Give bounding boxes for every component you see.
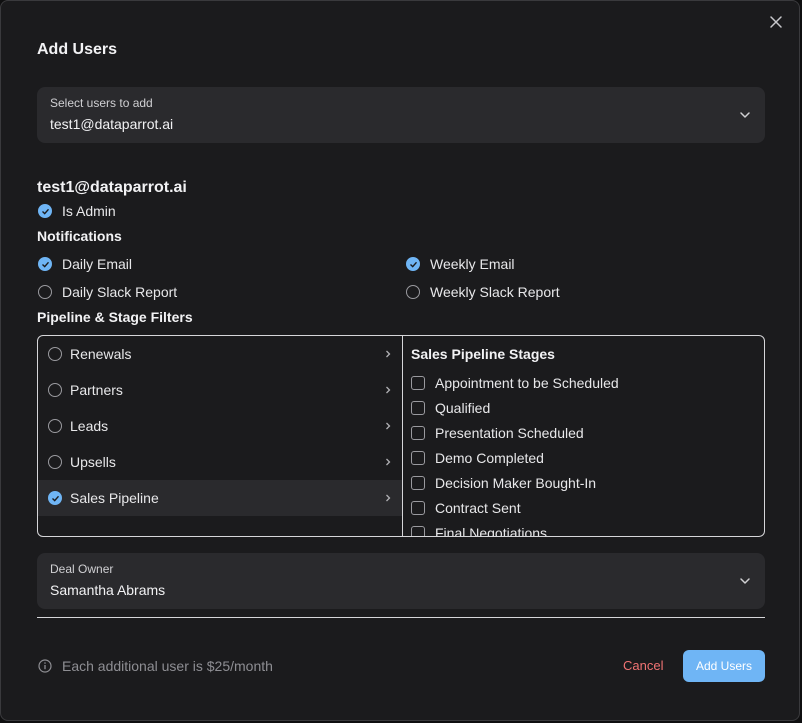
daily-slack-option: Daily Slack Report: [38, 284, 177, 300]
pricing-note-text: Each additional user is $25/month: [62, 658, 273, 674]
close-icon[interactable]: [767, 13, 785, 31]
pipeline-checkbox[interactable]: [48, 347, 62, 361]
chevron-right-icon: [386, 386, 391, 394]
stage-item[interactable]: Qualified: [411, 400, 490, 416]
stage-label: Presentation Scheduled: [435, 425, 584, 441]
pipeline-filters-heading: Pipeline & Stage Filters: [37, 309, 193, 325]
stage-checkbox[interactable]: [411, 451, 425, 465]
pipeline-label: Renewals: [70, 346, 132, 362]
stage-item[interactable]: Demo Completed: [411, 450, 544, 466]
info-icon: [38, 659, 52, 673]
daily-slack-checkbox[interactable]: [38, 285, 52, 299]
stage-checkbox[interactable]: [411, 426, 425, 440]
daily-email-checkbox[interactable]: [38, 257, 52, 271]
weekly-email-option: Weekly Email: [406, 256, 515, 272]
deal-owner-dropdown[interactable]: Deal Owner Samantha Abrams: [37, 553, 765, 609]
stage-item[interactable]: Final Negotiations: [411, 525, 547, 536]
stages-heading: Sales Pipeline Stages: [411, 346, 555, 362]
cancel-button[interactable]: Cancel: [623, 658, 663, 673]
daily-slack-label: Daily Slack Report: [62, 284, 178, 300]
stage-label: Contract Sent: [435, 500, 521, 516]
stage-list: Sales Pipeline Stages Appointment to be …: [403, 336, 764, 536]
chevron-right-icon: [386, 422, 391, 430]
pricing-note: Each additional user is $25/month: [38, 658, 273, 674]
weekly-slack-label: Weekly Slack Report: [430, 284, 560, 300]
chevron-right-icon: [386, 350, 391, 358]
pipeline-item-leads[interactable]: Leads: [38, 408, 402, 444]
pipeline-item-upsells[interactable]: Upsells: [38, 444, 402, 480]
stage-label: Demo Completed: [435, 450, 544, 466]
stage-checkbox[interactable]: [411, 526, 425, 536]
pipeline-checkbox[interactable]: [48, 455, 62, 469]
pipeline-item-partners[interactable]: Partners: [38, 372, 402, 408]
stage-item[interactable]: Presentation Scheduled: [411, 425, 584, 441]
pipeline-checkbox[interactable]: [48, 383, 62, 397]
is-admin-checkbox[interactable]: [38, 204, 52, 218]
weekly-email-label: Weekly Email: [430, 256, 515, 272]
stage-checkbox[interactable]: [411, 476, 425, 490]
select-users-dropdown[interactable]: Select users to add test1@dataparrot.ai: [37, 87, 765, 143]
weekly-slack-option: Weekly Slack Report: [406, 284, 560, 300]
stage-checkbox[interactable]: [411, 401, 425, 415]
add-users-button[interactable]: Add Users: [683, 650, 765, 682]
pipeline-list: Renewals Partners Leads Upsells Sales Pi: [38, 336, 402, 536]
stage-label: Qualified: [435, 400, 491, 416]
chevron-down-icon: [740, 112, 750, 118]
stage-item[interactable]: Decision Maker Bought-In: [411, 475, 596, 491]
stage-label: Final Negotiations: [435, 525, 548, 536]
is-admin-label: Is Admin: [62, 203, 116, 219]
daily-email-label: Daily Email: [62, 256, 133, 272]
is-admin-option: Is Admin: [38, 203, 116, 219]
stage-checkbox[interactable]: [411, 501, 425, 515]
pipeline-item-sales-pipeline[interactable]: Sales Pipeline: [38, 480, 402, 516]
selected-user-email: test1@dataparrot.ai: [37, 179, 187, 196]
pipeline-label: Sales Pipeline: [70, 490, 159, 506]
pipeline-checkbox[interactable]: [48, 419, 62, 433]
pipeline-label: Upsells: [70, 454, 116, 470]
deal-owner-value: Samantha Abrams: [50, 582, 166, 598]
add-users-modal: Add Users Select users to add test1@data…: [0, 0, 800, 721]
pipeline-item-renewals[interactable]: Renewals: [38, 336, 402, 372]
stage-item[interactable]: Contract Sent: [411, 500, 521, 516]
daily-email-option: Daily Email: [38, 256, 132, 272]
footer-divider: [37, 617, 765, 618]
pipeline-label: Leads: [70, 418, 109, 434]
stage-label: Appointment to be Scheduled: [435, 375, 619, 391]
weekly-email-checkbox[interactable]: [406, 257, 420, 271]
select-users-label: Select users to add: [50, 96, 153, 110]
stage-label: Decision Maker Bought-In: [435, 475, 597, 491]
deal-owner-label: Deal Owner: [50, 562, 114, 576]
chevron-right-icon: [386, 494, 391, 502]
notifications-heading: Notifications: [37, 228, 122, 244]
select-users-value: test1@dataparrot.ai: [50, 116, 174, 132]
pipeline-label: Partners: [70, 382, 123, 398]
pipeline-stage-filters-panel: Renewals Partners Leads Upsells Sales Pi: [37, 335, 765, 537]
stage-checkbox[interactable]: [411, 376, 425, 390]
chevron-right-icon: [386, 458, 391, 466]
chevron-down-icon: [740, 578, 750, 584]
stage-item[interactable]: Appointment to be Scheduled: [411, 375, 619, 391]
modal-title: Add Users: [37, 41, 118, 58]
weekly-slack-checkbox[interactable]: [406, 285, 420, 299]
pipeline-checkbox[interactable]: [48, 491, 62, 505]
